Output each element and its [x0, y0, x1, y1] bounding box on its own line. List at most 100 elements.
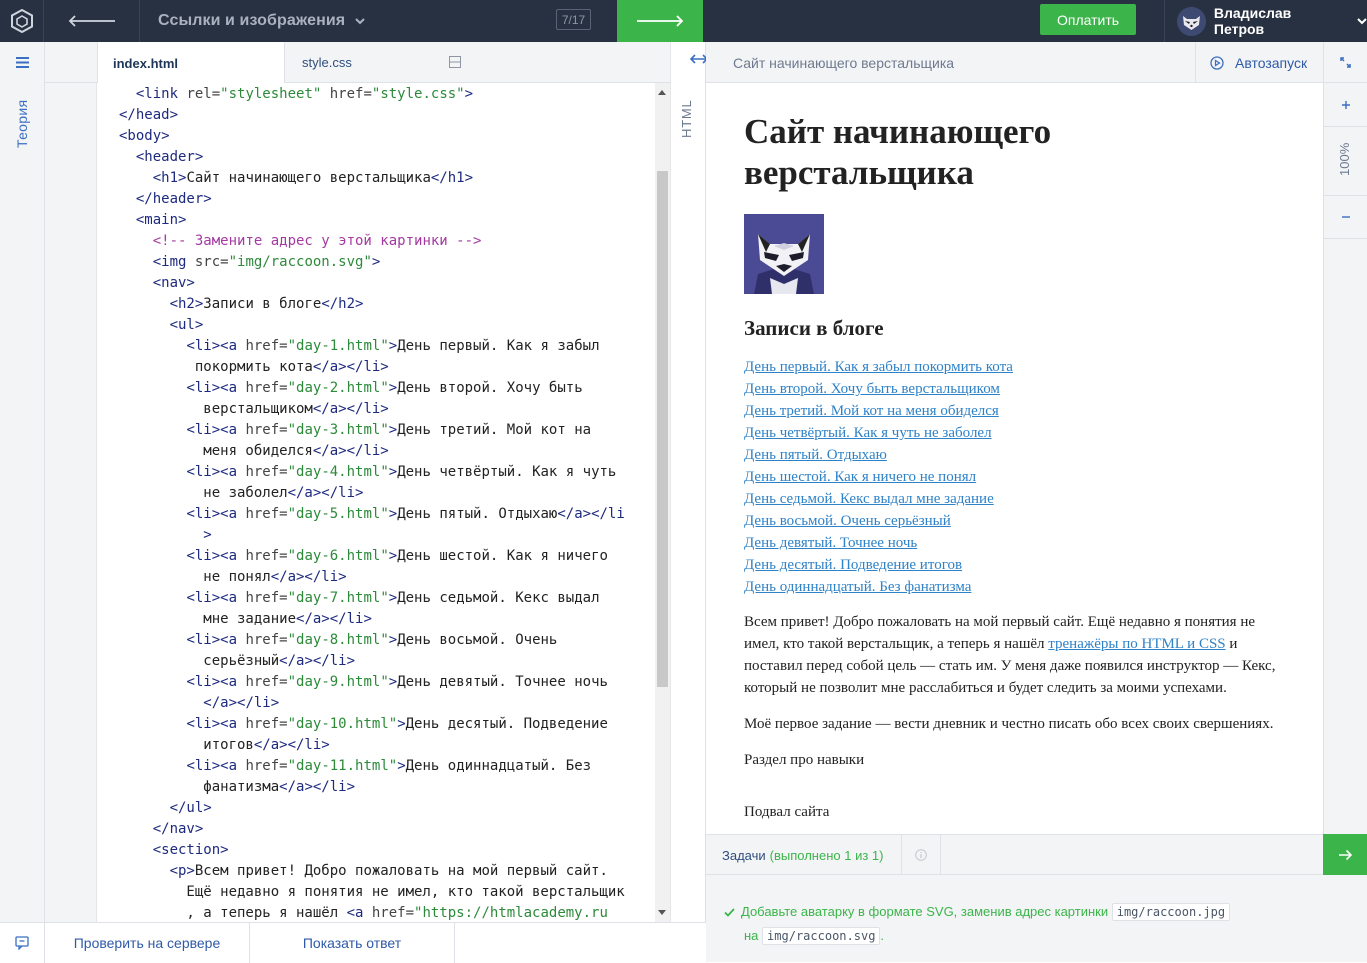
code-token: Ещё недавно я понятия не имел, кто такой…: [119, 884, 625, 900]
blog-link[interactable]: День одиннадцатый. Без фанатизма: [744, 579, 971, 595]
zoom-in-button[interactable]: [1324, 83, 1367, 127]
next-task-button[interactable]: [1323, 834, 1367, 875]
code-token: "day-7.html": [287, 590, 389, 606]
blog-link[interactable]: День первый. Как я забыл покормить кота: [744, 359, 1013, 375]
code-line[interactable]: 14 <img src="img/raccoon.svg">: [119, 252, 655, 273]
back-arrow-button[interactable]: [44, 0, 140, 42]
code-line[interactable]: 7</head>: [119, 105, 655, 126]
next-step-button[interactable]: [617, 0, 703, 42]
code-line[interactable]: 15 <nav>: [119, 273, 655, 294]
code-token: >: [388, 506, 398, 522]
course-title-dropdown[interactable]: Ссылки и изображения: [158, 0, 365, 42]
show-answer-button[interactable]: Показать ответ: [250, 923, 455, 963]
blog-link[interactable]: День третий. Мой кот на меня обиделся: [744, 403, 999, 419]
raccoon-image: [744, 214, 824, 294]
editor-scrollbar[interactable]: [655, 83, 670, 922]
code-line[interactable]: 13 <!-- Замените адрес у этой картинки -…: [119, 231, 655, 252]
check-on-server-button[interactable]: Проверить на сервере: [45, 923, 250, 963]
code-token: мне задание: [119, 611, 297, 627]
blog-link[interactable]: День пятый. Отдыхаю: [744, 447, 887, 463]
code-token: href=: [245, 674, 288, 690]
code-line[interactable]: мне задание</a></li>: [119, 609, 655, 630]
tab-index-html[interactable]: index.html: [97, 42, 285, 84]
code-line[interactable]: серьёзный</a></li>: [119, 651, 655, 672]
academy-logo-icon[interactable]: [0, 0, 44, 42]
code-line[interactable]: 28 <li><a href="day-11.html">День одинна…: [119, 756, 655, 777]
code-line[interactable]: 31 <section>: [119, 840, 655, 861]
code-line[interactable]: 23 <li><a href="day-6.html">День шестой.…: [119, 546, 655, 567]
code-line[interactable]: , а теперь я нашёл <a href="https://html…: [119, 903, 655, 922]
theory-tab[interactable]: Теория: [14, 100, 30, 156]
blog-link[interactable]: День четвёртый. Как я чуть не заболел: [744, 425, 992, 441]
hamburger-menu-icon[interactable]: [16, 57, 29, 68]
scroll-up-icon[interactable]: [658, 90, 666, 95]
blog-link[interactable]: День седьмой. Кекс выдал мне задание: [744, 491, 994, 507]
code-line[interactable]: 10 <h1>Сайт начинающего верстальщика</h1…: [119, 168, 655, 189]
code-line[interactable]: 32 <p>Всем привет! Добро пожаловать на м…: [119, 861, 655, 882]
code-line[interactable]: фанатизма</a></li>: [119, 777, 655, 798]
code-line[interactable]: 9 <header>: [119, 147, 655, 168]
code-token: <h1>: [152, 170, 187, 186]
code-line[interactable]: 29 </ul>: [119, 798, 655, 819]
code-editor[interactable]: 6 <link rel="stylesheet" href="style.css…: [97, 83, 655, 922]
scroll-down-icon[interactable]: [658, 910, 666, 915]
code-line[interactable]: 6 <link rel="stylesheet" href="style.css…: [119, 84, 655, 105]
tab-style-css[interactable]: style.css: [302, 42, 479, 83]
feedback-button[interactable]: [0, 923, 45, 963]
trainers-link[interactable]: тренажёры по HTML и CSS: [1048, 636, 1225, 652]
code-line[interactable]: 19 <li><a href="day-2.html">День второй.…: [119, 378, 655, 399]
blog-link[interactable]: День шестой. Как я ничего не понял: [744, 469, 976, 485]
blog-link[interactable]: День второй. Хочу быть верстальщиком: [744, 381, 1000, 397]
autorun-toggle[interactable]: Автозапуск: [1195, 42, 1323, 83]
code-token: не понял: [119, 569, 271, 585]
code-line[interactable]: 8<body>: [119, 126, 655, 147]
code-line[interactable]: итогов</a></li>: [119, 735, 655, 756]
code-line[interactable]: Ещё недавно я понятия не имел, кто такой…: [119, 882, 655, 903]
scrollbar-thumb[interactable]: [657, 171, 668, 687]
code-line[interactable]: не понял</a></li>: [119, 567, 655, 588]
code-token: </a></li>: [279, 779, 356, 795]
code-line[interactable]: 25 <li><a href="day-8.html">День восьмой…: [119, 630, 655, 651]
code-line[interactable]: 16 <h2>Записи в блоге</h2>: [119, 294, 655, 315]
code-token: <li><a: [186, 674, 246, 690]
code-line[interactable]: </a></li>: [119, 693, 655, 714]
task-text-end: .: [880, 928, 885, 943]
code-line[interactable]: меня обиделся</a></li>: [119, 441, 655, 462]
blog-link[interactable]: День девятый. Точнее ночь: [744, 535, 917, 551]
code-line[interactable]: 18 <li><a href="day-1.html">День первый.…: [119, 336, 655, 357]
code-line[interactable]: не заболел</a></li>: [119, 483, 655, 504]
tasks-label[interactable]: Задачи (выполнено 1 из 1): [722, 835, 883, 875]
code-line[interactable]: 26 <li><a href="day-9.html">День девятый…: [119, 672, 655, 693]
code-token: День пятый. Отдыхаю: [397, 506, 558, 522]
code-token: <li><a: [186, 422, 246, 438]
code-token: href=: [245, 338, 288, 354]
code-token: Сайт начинающего верстальщика: [186, 170, 431, 186]
code-token: </ul>: [169, 800, 212, 816]
user-menu[interactable]: Владислав Петров: [1164, 0, 1367, 42]
code-line[interactable]: 21 <li><a href="day-4.html">День четвёрт…: [119, 462, 655, 483]
code-line[interactable]: 17 <ul>: [119, 315, 655, 336]
split-view-icon[interactable]: [449, 56, 461, 68]
blog-link[interactable]: День десятый. Подведение итогов: [744, 557, 962, 573]
blog-link[interactable]: День восьмой. Очень серьёзный: [744, 513, 951, 529]
code-line[interactable]: 24 <li><a href="day-7.html">День седьмой…: [119, 588, 655, 609]
fullscreen-button[interactable]: [1323, 42, 1367, 83]
code-line[interactable]: 22 <li><a href="day-5.html">День пятый. …: [119, 504, 655, 525]
code-line[interactable]: 27 <li><a href="day-10.html">День десяты…: [119, 714, 655, 735]
zoom-out-button[interactable]: [1324, 195, 1367, 239]
code-line[interactable]: 12 <main>: [119, 210, 655, 231]
code-line[interactable]: 11 </header>: [119, 189, 655, 210]
task-info-button[interactable]: [901, 835, 941, 875]
code-line[interactable]: 30 </nav>: [119, 819, 655, 840]
pay-button[interactable]: Оплатить: [1040, 4, 1136, 35]
code-line[interactable]: верстальщиком</a></li>: [119, 399, 655, 420]
task-text-2: на: [744, 928, 759, 943]
code-line[interactable]: >: [119, 525, 655, 546]
code-token: href=: [245, 716, 288, 732]
code-line[interactable]: покормить кота</a></li>: [119, 357, 655, 378]
code-line[interactable]: 20 <li><a href="day-3.html">День третий.…: [119, 420, 655, 441]
